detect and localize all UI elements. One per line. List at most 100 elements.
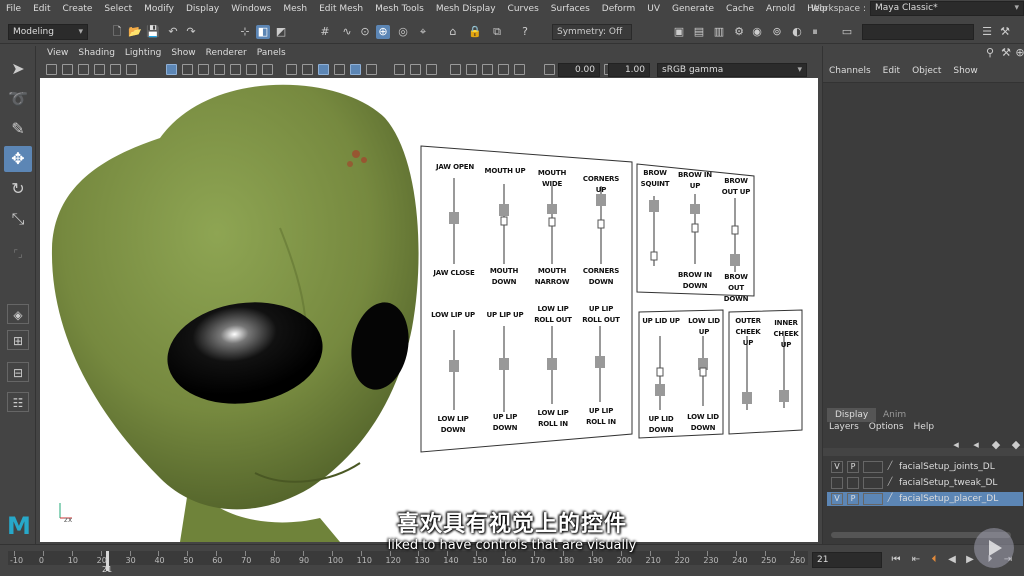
menu-set-select[interactable]: Modeling ▾: [8, 24, 88, 40]
hypershade-icon[interactable]: ◉: [750, 25, 764, 39]
play-backward-icon[interactable]: ◀: [946, 553, 958, 567]
xray-icon[interactable]: [482, 64, 493, 75]
menu-mesh-tools[interactable]: Mesh Tools: [369, 4, 430, 14]
menu-mesh-display[interactable]: Mesh Display: [430, 4, 502, 14]
layer-display-type[interactable]: [863, 461, 883, 473]
render-arnold-icon[interactable]: ⊚: [770, 25, 784, 39]
image-plane-icon[interactable]: [94, 64, 105, 75]
layer-row[interactable]: ╱ facialSetup_tweak_DL: [827, 476, 1023, 490]
workspace-select[interactable]: Maya Classic* ▾: [870, 1, 1024, 16]
grid-icon[interactable]: [166, 64, 177, 75]
time-slider-track[interactable]: -10 0 10 20 30 40 50 60 70 80 90 100 110 120 130 140 150…: [8, 551, 808, 571]
layer-row[interactable]: V P ╱ facialSetup_joints_DL: [827, 460, 1023, 474]
play-forward-icon[interactable]: ▶: [964, 553, 976, 567]
panel-menu-lighting[interactable]: Lighting: [120, 48, 166, 62]
layer-color-swatch[interactable]: ╱: [885, 493, 895, 505]
menu-select[interactable]: Select: [98, 4, 138, 14]
channel-box-toggle-icon[interactable]: ⚲: [983, 46, 997, 60]
step-back-key-icon[interactable]: ⇤: [910, 553, 922, 567]
open-scene-icon[interactable]: 📂: [128, 25, 142, 39]
camera-attributes-icon[interactable]: [62, 64, 73, 75]
snap-grid-icon[interactable]: #: [318, 25, 332, 39]
depth-of-field-icon[interactable]: [450, 64, 461, 75]
layer-color-swatch[interactable]: ╱: [885, 461, 895, 473]
command-search-field[interactable]: [862, 24, 974, 40]
menu-display[interactable]: Display: [180, 4, 225, 14]
scale-tool-icon[interactable]: ⤡: [4, 206, 32, 232]
gate-mask-icon[interactable]: [214, 64, 225, 75]
menu-windows[interactable]: Windows: [225, 4, 277, 14]
history-icon[interactable]: ⌂: [446, 25, 460, 39]
resolution-gate-icon[interactable]: [198, 64, 209, 75]
menu-mesh[interactable]: Mesh: [277, 4, 313, 14]
layer-menu-options[interactable]: Options: [869, 422, 904, 432]
motion-blur-icon[interactable]: [410, 64, 421, 75]
move-layer-up-icon[interactable]: ◂: [949, 438, 963, 452]
snap-live-icon[interactable]: ⌖: [416, 25, 430, 39]
layer-playback-toggle[interactable]: P: [847, 493, 859, 505]
rotate-tool-icon[interactable]: ↻: [4, 176, 32, 202]
panel-menu-panels[interactable]: Panels: [252, 48, 291, 62]
new-empty-layer-icon[interactable]: ◆: [989, 438, 1003, 452]
two-d-pan-icon[interactable]: [110, 64, 121, 75]
single-view-layout-icon[interactable]: ◈: [7, 304, 29, 324]
snap-surface-icon[interactable]: ◎: [396, 25, 410, 39]
layer-visibility-toggle[interactable]: [831, 477, 843, 489]
pause-icon[interactable]: ⏸: [808, 25, 822, 39]
move-tool-icon[interactable]: ✥: [4, 146, 32, 172]
move-layer-down-icon[interactable]: ◂: [969, 438, 983, 452]
camera-select-icon[interactable]: [46, 64, 57, 75]
layer-display-type[interactable]: [863, 493, 883, 505]
menu-cache[interactable]: Cache: [720, 4, 760, 14]
menu-surfaces[interactable]: Surfaces: [545, 4, 596, 14]
four-view-layout-icon[interactable]: ⊞: [7, 330, 29, 350]
anti-aliasing-icon[interactable]: [426, 64, 437, 75]
film-gate-icon[interactable]: [182, 64, 193, 75]
tool-settings-toggle-icon[interactable]: ⊕: [1013, 46, 1024, 60]
menu-arnold[interactable]: Arnold: [760, 4, 801, 14]
panel-menu-shading[interactable]: Shading: [73, 48, 120, 62]
gamma-field[interactable]: 1.00: [608, 63, 650, 77]
render-view-icon[interactable]: ▣: [672, 25, 686, 39]
select-hierarchy-icon[interactable]: ⊹: [238, 25, 252, 39]
tab-anim[interactable]: Anim: [875, 408, 914, 422]
tab-display[interactable]: Display: [827, 408, 877, 422]
ipr-render-icon[interactable]: ▥: [712, 25, 726, 39]
new-scene-icon[interactable]: 🗋: [110, 25, 124, 39]
render-settings-icon[interactable]: ⚙: [732, 25, 746, 39]
paint-select-tool-icon[interactable]: ✎: [4, 116, 32, 142]
xray-components-icon[interactable]: [514, 64, 525, 75]
save-scene-icon[interactable]: 💾: [146, 25, 160, 39]
undo-icon[interactable]: ↶: [166, 25, 180, 39]
exposure-field[interactable]: 0.00: [558, 63, 600, 77]
sidebar-toggle-icon[interactable]: ☰: [980, 25, 994, 39]
menu-deform[interactable]: Deform: [596, 4, 641, 14]
menu-edit-mesh[interactable]: Edit Mesh: [313, 4, 369, 14]
snap-point-icon[interactable]: ⊙: [358, 25, 372, 39]
select-tool-icon[interactable]: ➤: [4, 56, 32, 82]
video-play-button[interactable]: [974, 528, 1014, 568]
layer-playback-toggle[interactable]: P: [847, 461, 859, 473]
shadows-icon[interactable]: [366, 64, 377, 75]
menu-file[interactable]: File: [0, 4, 27, 14]
layer-row[interactable]: V P ╱ facialSetup_placer_DL: [827, 492, 1023, 506]
snap-curve-icon[interactable]: ∿: [340, 25, 354, 39]
current-frame-field[interactable]: 21: [812, 552, 882, 568]
wireframe-on-shaded-icon[interactable]: [318, 64, 329, 75]
select-object-icon[interactable]: ◧: [256, 25, 270, 39]
cb-menu-show[interactable]: Show: [953, 66, 983, 76]
panel-menu-renderer[interactable]: Renderer: [201, 48, 252, 62]
exposure-icon[interactable]: [544, 64, 555, 75]
bookmark-icon[interactable]: [78, 64, 89, 75]
layer-menu-help[interactable]: Help: [914, 422, 935, 432]
side-by-side-layout-icon[interactable]: ⊟: [7, 362, 29, 382]
cb-menu-object[interactable]: Object: [912, 66, 947, 76]
xray-joints-icon[interactable]: [498, 64, 509, 75]
redo-icon[interactable]: ↷: [184, 25, 198, 39]
step-back-frame-icon[interactable]: ⏴: [928, 553, 940, 567]
new-layer-selected-icon[interactable]: ◆: [1009, 438, 1023, 452]
search-mode-icon[interactable]: ▭: [840, 25, 854, 39]
menu-generate[interactable]: Generate: [666, 4, 720, 14]
go-to-start-icon[interactable]: ⏮: [890, 553, 902, 567]
menu-edit[interactable]: Edit: [27, 4, 56, 14]
